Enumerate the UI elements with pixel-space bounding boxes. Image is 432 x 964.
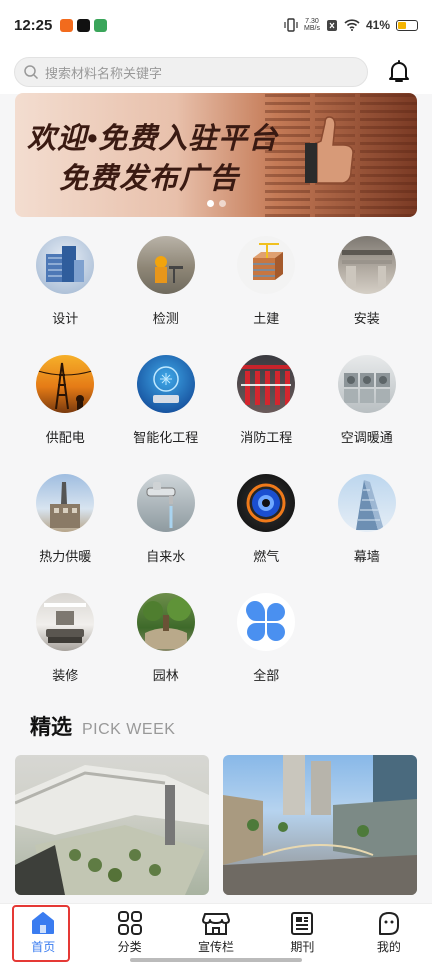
newspaper-icon [291, 912, 314, 935]
power-supply-photo-icon [36, 355, 95, 413]
home-indicator[interactable] [130, 958, 302, 962]
category-label: 燃气 [253, 549, 280, 564]
banner-subheadline: 免费发布广告 [59, 163, 240, 195]
profile-face-icon [378, 912, 399, 935]
hvac-photo-icon [337, 355, 396, 413]
notification-bell-icon[interactable] [388, 60, 410, 84]
wechat-pay-icon [94, 18, 108, 32]
category-hvac[interactable]: 空调暖通 [317, 355, 418, 474]
promo-banner[interactable]: 欢迎•免费入驻平台 免费发布广告 [15, 93, 417, 217]
status-bar: 12:25 7.30 MB/s 41% [0, 0, 432, 50]
category-fire-engineering[interactable]: 消防工程 [216, 355, 317, 474]
speed-unit: MB/s [304, 25, 320, 32]
tiktok-icon [77, 18, 91, 32]
section-title: 精选 [30, 716, 72, 739]
category-intelligent-engineering[interactable]: 智能化工程 [116, 355, 217, 474]
wifi-icon [344, 19, 360, 31]
category-power-supply[interactable]: 供配电 [15, 355, 116, 474]
category-heating[interactable]: 热力供暖 [15, 474, 116, 593]
category-installation[interactable]: 安装 [317, 236, 418, 355]
decoration-photo-icon [36, 593, 95, 651]
tab-profile[interactable]: 我的 [346, 904, 432, 964]
status-right: 7.30 MB/s 41% [284, 18, 418, 32]
category-label: 热力供暖 [39, 549, 92, 564]
banner-headline: 欢迎•免费入驻平台 [27, 123, 279, 155]
search-icon [24, 65, 39, 80]
category-label: 园林 [152, 668, 179, 683]
category-civil[interactable]: 土建 [216, 236, 317, 355]
category-decoration[interactable]: 装修 [15, 593, 116, 712]
tab-label: 分类 [117, 940, 142, 954]
heating-photo-icon [36, 474, 95, 532]
category-label: 自来水 [146, 549, 186, 564]
installation-photo-icon [337, 236, 396, 294]
category-label: 智能化工程 [133, 430, 199, 445]
design-photo-icon [36, 236, 95, 294]
app-notification-icon [60, 18, 74, 32]
pagination-dot [206, 200, 214, 207]
thumbs-up-illustration [305, 116, 354, 184]
network-speed: 7.30 MB/s [304, 18, 320, 32]
aerial-plaza-image [15, 765, 209, 895]
category-all[interactable]: 全部 [216, 593, 317, 712]
tap-water-photo-icon [136, 474, 195, 532]
tab-label: 我的 [376, 940, 401, 954]
category-label: 检测 [152, 311, 179, 326]
category-tap-water[interactable]: 自来水 [116, 474, 217, 593]
category-garden[interactable]: 园林 [116, 593, 217, 712]
search-placeholder: 搜索材料名称关键字 [45, 65, 163, 81]
vibrate-icon [284, 18, 298, 32]
search-input[interactable]: 搜索材料名称关键字 [14, 57, 368, 87]
commercial-street-image [223, 755, 417, 895]
all-grid-icon [237, 593, 296, 651]
category-label: 全部 [253, 668, 280, 683]
fire-engineering-photo-icon [237, 355, 296, 413]
category-label: 消防工程 [240, 430, 293, 445]
category-label: 装修 [52, 668, 79, 683]
gas-flame-photo-icon [237, 474, 296, 532]
category-label: 设计 [52, 311, 79, 326]
inspection-photo-icon [136, 236, 195, 294]
curtain-wall-photo-icon [337, 474, 396, 532]
tab-category[interactable]: 分类 [86, 904, 172, 964]
intelligent-engineering-photo-icon [136, 355, 195, 413]
category-design[interactable]: 设计 [15, 236, 116, 355]
tab-promotion[interactable]: 宣传栏 [173, 904, 259, 964]
battery-percent: 41% [365, 18, 390, 32]
battery-icon [396, 19, 418, 31]
status-app-icons [60, 18, 108, 32]
category-curtain-wall[interactable]: 幕墙 [317, 474, 418, 593]
category-inspection[interactable]: 检测 [116, 236, 217, 355]
home-tab-highlight [12, 905, 70, 962]
banner-pagination [15, 200, 417, 207]
category-label: 空调暖通 [340, 430, 393, 445]
section-subtitle: PICK WEEK [82, 721, 176, 738]
garden-photo-icon [136, 593, 195, 651]
tab-label: 期刊 [290, 940, 315, 954]
no-sim-icon [326, 19, 337, 31]
section-header: 精选 PICK WEEK [30, 711, 175, 741]
featured-card-1[interactable] [15, 755, 209, 895]
tab-journal[interactable]: 期刊 [259, 904, 345, 964]
category-label: 供配电 [45, 430, 85, 445]
civil-construction-photo-icon [237, 236, 296, 294]
category-grid: 设计 检测 土建 安装 供配电 智能化工程 消防工程 空调暖通 热力供暖 自来水… [15, 236, 417, 712]
status-time: 12:25 [14, 16, 53, 34]
storefront-icon [202, 913, 231, 935]
featured-card-2[interactable] [223, 755, 417, 895]
category-label: 安装 [353, 311, 380, 326]
category-gas[interactable]: 燃气 [216, 474, 317, 593]
search-row: 搜索材料名称关键字 [0, 50, 432, 94]
speed-value: 7.30 [305, 18, 319, 25]
category-label: 土建 [253, 311, 280, 326]
category-label: 幕墙 [353, 549, 380, 564]
pagination-dot [218, 200, 226, 207]
category-grid-icon [117, 911, 142, 935]
tab-label: 宣传栏 [198, 940, 235, 954]
